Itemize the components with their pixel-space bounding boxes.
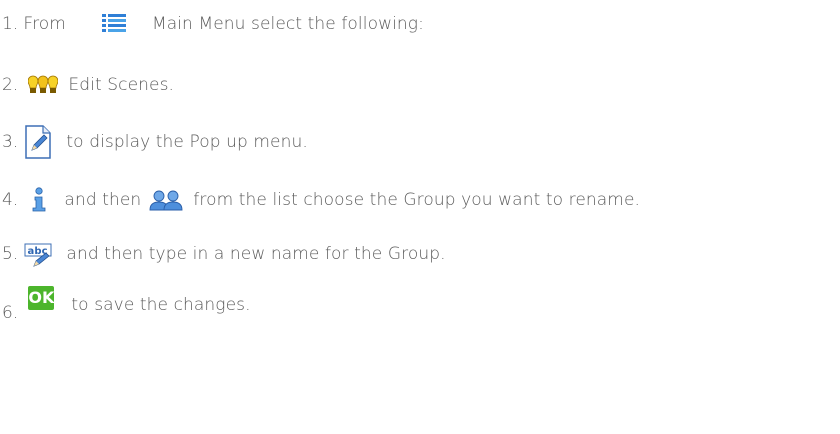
step-6: 6. OK to save the changes. bbox=[0, 285, 251, 325]
ok-button-label: OK bbox=[28, 288, 55, 307]
step-4-text: from the list choose the Group you want … bbox=[193, 190, 641, 210]
edit-pencil-icon bbox=[24, 125, 52, 159]
ok-button-icon: OK bbox=[28, 286, 54, 310]
step-2-number: 2. bbox=[2, 75, 19, 95]
rename-abc-icon: abc bbox=[24, 241, 52, 267]
step-4-and-then-text: and then bbox=[64, 190, 142, 210]
step-3: 3. to display the Pop up menu. bbox=[0, 122, 308, 162]
step-5: 5. abc and then type in a new name for t… bbox=[0, 234, 446, 274]
step-3-number: 3. bbox=[2, 132, 19, 152]
edit-scenes-bulbs-icon bbox=[28, 75, 59, 95]
info-icon bbox=[32, 187, 46, 213]
step-4-number: 4. bbox=[2, 190, 19, 210]
main-menu-list-icon bbox=[101, 13, 126, 35]
step-1-number: 1. bbox=[2, 14, 19, 34]
step-4: 4. and then from the list choose the Gro… bbox=[0, 180, 640, 220]
group-users-icon bbox=[149, 189, 183, 211]
step-3-text: to display the Pop up menu. bbox=[66, 132, 308, 152]
step-1-from-text: From bbox=[23, 14, 66, 34]
step-2-text: Edit Scenes. bbox=[68, 75, 175, 95]
step-1-text: Main Menu select the following: bbox=[151, 14, 424, 34]
step-6-text: to save the changes. bbox=[71, 295, 251, 315]
step-1: 1. From Main Menu select the following: bbox=[0, 4, 424, 44]
step-5-number: 5. bbox=[2, 244, 19, 264]
step-2: 2. Edit Scenes. bbox=[0, 65, 174, 105]
step-5-text: and then type in a new name for the Grou… bbox=[66, 244, 446, 264]
step-6-number: 6. bbox=[2, 303, 19, 323]
instruction-steps: 1. From Main Menu select the following: … bbox=[0, 0, 840, 434]
